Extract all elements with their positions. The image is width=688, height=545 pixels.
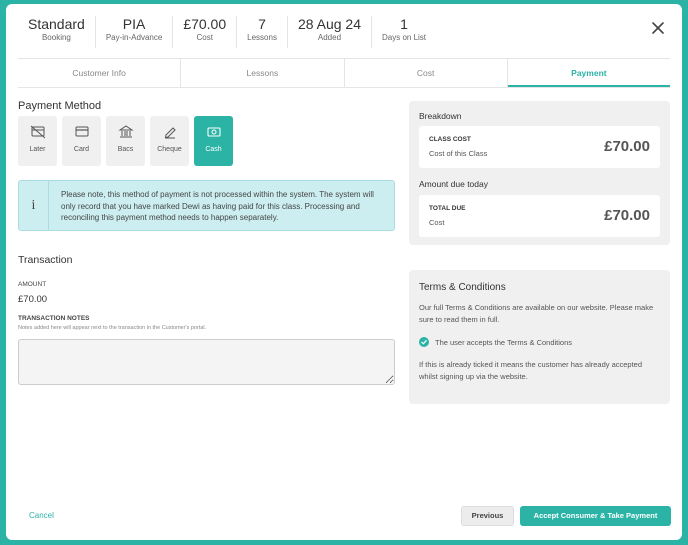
stat-value: £70.00	[183, 16, 227, 32]
tab-cost[interactable]: Cost	[345, 59, 508, 87]
tab-lessons[interactable]: Lessons	[181, 59, 345, 87]
transaction-notes-help: Notes added here will appear next to the…	[18, 325, 207, 331]
stat-cost: £70.00 Cost	[173, 16, 238, 48]
payment-method-title: Payment Method	[18, 100, 102, 112]
payment-modal: Standard Booking PIA Pay-in-Advance £70.…	[6, 4, 682, 540]
stat-value: Standard	[28, 16, 85, 32]
stat-days-on-list: 1 Days on List	[372, 16, 436, 48]
stat-value: 28 Aug 24	[297, 16, 361, 32]
transaction-title: Transaction	[18, 254, 73, 266]
stat-value: PIA	[122, 16, 146, 32]
stat-label: Lessons	[247, 33, 277, 42]
total-due-sub: Cost	[429, 218, 445, 227]
stat-booking: Standard Booking	[18, 16, 96, 48]
stat-label: Days on List	[382, 33, 427, 42]
transaction-notes-label: TRANSACTION NOTES	[18, 315, 90, 322]
stat-value: 1	[400, 16, 408, 32]
stat-added: 28 Aug 24 Added	[288, 16, 372, 48]
payment-method-options: Later Card Bacs Cheque Cash	[18, 116, 233, 166]
method-label: Later	[29, 146, 46, 153]
stat-label: Cost	[196, 33, 213, 42]
amount-label: AMOUNT	[18, 281, 47, 288]
stat-label: Booking	[41, 33, 71, 42]
total-due-label: TOTAL DUE	[429, 205, 466, 212]
terms-text: Our full Terms & Conditions are availabl…	[419, 303, 654, 324]
method-label: Card	[73, 146, 90, 153]
amount-value: £70.00	[18, 294, 48, 305]
method-label: Cash	[205, 146, 222, 153]
breakdown-title: Breakdown	[419, 111, 462, 121]
check-icon	[419, 337, 429, 347]
credit-card-icon	[74, 125, 90, 139]
total-due-value: £70.00	[604, 207, 650, 224]
amount-due-title: Amount due today	[419, 179, 488, 189]
close-icon[interactable]	[651, 21, 665, 35]
cancel-button[interactable]: Cancel	[29, 511, 54, 520]
class-cost-card: CLASS COST Cost of this Class £70.00	[419, 126, 660, 168]
booking-summary: Standard Booking PIA Pay-in-Advance £70.…	[18, 16, 436, 48]
method-label: Bacs	[117, 146, 134, 153]
payment-notice: i Please note, this method of payment is…	[18, 180, 395, 231]
terms-panel: Terms & Conditions Our full Terms & Cond…	[409, 270, 670, 404]
stat-payment-plan: PIA Pay-in-Advance	[96, 16, 174, 48]
terms-title: Terms & Conditions	[419, 282, 506, 293]
class-cost-label: CLASS COST	[429, 136, 471, 143]
notice-text: Please note, this method of payment is n…	[61, 190, 374, 222]
class-cost-sub: Cost of this Class	[429, 149, 488, 158]
terms-accept-label: The user accepts the Terms & Conditions	[435, 337, 573, 347]
method-label: Cheque	[157, 146, 182, 153]
tab-bar: Customer Info Lessons Cost Payment	[18, 58, 670, 88]
stat-value: 7	[258, 16, 266, 32]
stat-label: Pay-in-Advance	[105, 33, 163, 42]
info-icon: i	[19, 181, 49, 230]
terms-accept-checkbox[interactable]: The user accepts the Terms & Conditions	[419, 337, 572, 347]
tab-customer-info[interactable]: Customer Info	[18, 59, 182, 87]
method-cash-button[interactable]: Cash	[194, 116, 233, 166]
total-due-card: TOTAL DUE Cost £70.00	[419, 195, 660, 237]
pen-icon	[162, 125, 178, 139]
method-cheque-button[interactable]: Cheque	[150, 116, 189, 166]
bank-icon	[117, 125, 134, 139]
breakdown-panel: Breakdown CLASS COST Cost of this Class …	[409, 101, 670, 245]
method-later-button[interactable]: Later	[18, 116, 57, 166]
class-cost-value: £70.00	[604, 138, 650, 155]
method-bacs-button[interactable]: Bacs	[106, 116, 145, 166]
card-off-icon	[30, 125, 46, 139]
stat-lessons: 7 Lessons	[237, 16, 288, 48]
terms-note: If this is already ticked it means the c…	[419, 360, 643, 381]
tab-payment[interactable]: Payment	[507, 59, 670, 87]
method-card-button[interactable]: Card	[62, 116, 101, 166]
stat-label: Added	[317, 33, 342, 42]
accept-payment-button[interactable]: Accept Consumer & Take Payment	[520, 506, 671, 526]
transaction-notes-field[interactable]	[18, 339, 395, 385]
cash-icon	[206, 125, 222, 139]
previous-button[interactable]: Previous	[461, 506, 514, 526]
